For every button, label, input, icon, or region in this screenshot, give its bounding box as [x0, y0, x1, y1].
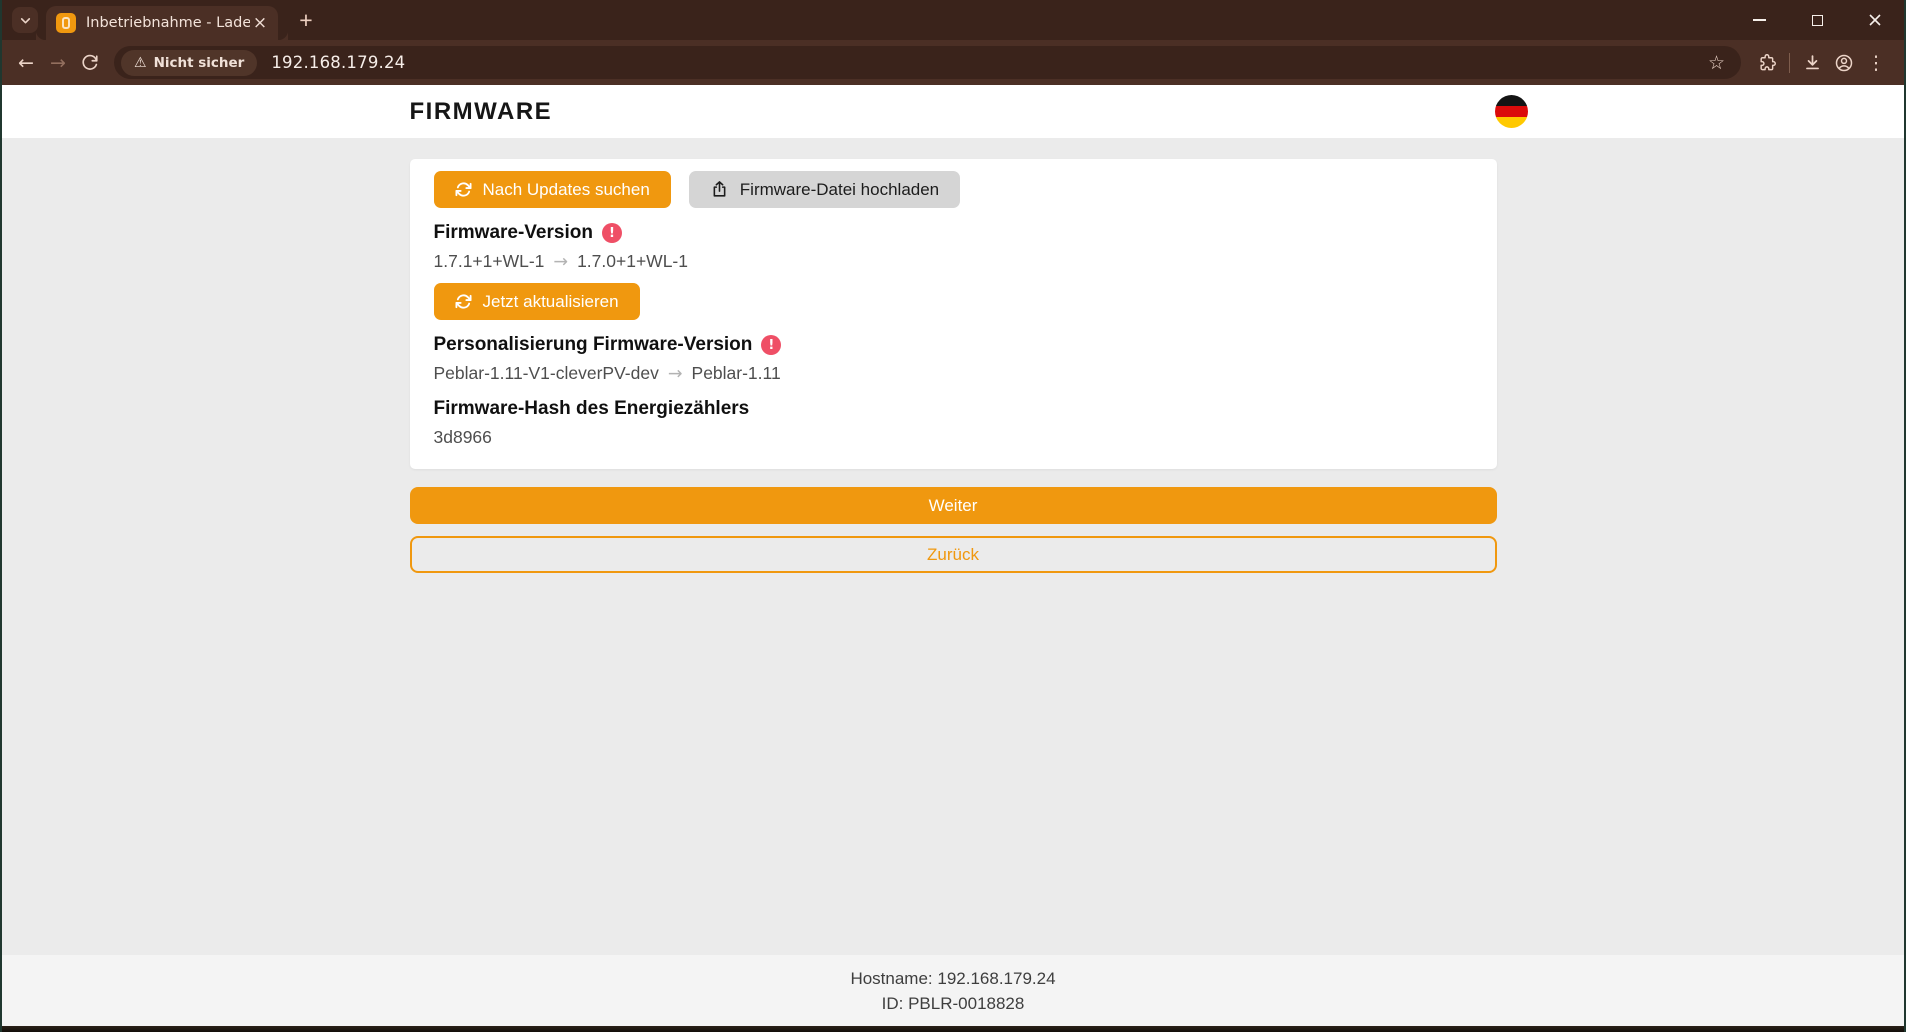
check-updates-button[interactable]: Nach Updates suchen — [434, 171, 671, 208]
footer-device-id: ID: PBLR-0018828 — [2, 991, 1904, 1016]
firmware-version-value: 1.7.1+1+WL-1 → 1.7.0+1+WL-1 — [434, 251, 1473, 272]
site-security-chip[interactable]: ⚠ Nicht sicher — [121, 50, 257, 76]
arrow-right-icon: → — [668, 364, 683, 384]
browser-toolbar: ← → ⚠ Nicht sicher 192.168.179.24 ☆ ⋮ — [2, 40, 1904, 85]
back-icon[interactable]: ← — [10, 47, 42, 79]
personalization-version-label: Personalisierung Firmware-Version ! — [434, 334, 1473, 356]
sync-icon — [455, 181, 472, 198]
firmware-version-label: Firmware-Version ! — [434, 222, 1473, 244]
upload-firmware-button[interactable]: Firmware-Datei hochladen — [689, 171, 960, 208]
address-bar[interactable]: ⚠ Nicht sicher 192.168.179.24 ☆ — [114, 46, 1741, 79]
arrow-right-icon: → — [553, 252, 568, 272]
personalization-current: Peblar-1.11-V1-cleverPV-dev — [434, 363, 659, 384]
chevron-down-icon — [19, 14, 32, 27]
new-tab-button[interactable]: + — [292, 6, 320, 34]
downloads-icon[interactable] — [1796, 47, 1828, 79]
menu-kebab-icon[interactable]: ⋮ — [1860, 47, 1892, 79]
warning-icon: ⚠ — [134, 55, 147, 71]
maximize-button[interactable] — [1802, 5, 1832, 35]
window-controls — [1744, 0, 1890, 40]
peblar-favicon-icon — [56, 13, 76, 33]
tab-title: Inbetriebnahme - Ladegerät — [86, 15, 250, 31]
update-now-button[interactable]: Jetzt aktualisieren — [434, 283, 640, 320]
firmware-current: 1.7.1+1+WL-1 — [434, 251, 545, 272]
alert-badge-icon: ! — [761, 335, 781, 355]
web-page: FIRMWARE Nach Updates suchen Firmware-Da… — [2, 85, 1904, 1026]
bookmark-star-icon[interactable]: ☆ — [1702, 52, 1731, 74]
profile-avatar-icon[interactable] — [1828, 47, 1860, 79]
firmware-card: Nach Updates suchen Firmware-Datei hochl… — [410, 159, 1497, 469]
sync-icon — [455, 293, 472, 310]
extensions-icon[interactable] — [1751, 47, 1783, 79]
security-label: Nicht sicher — [154, 55, 245, 71]
window-bottom-edge — [2, 1026, 1904, 1032]
url-text[interactable]: 192.168.179.24 — [271, 53, 405, 72]
forward-icon[interactable]: → — [42, 47, 74, 79]
meter-hash-value: 3d8966 — [434, 427, 1473, 448]
page-title: FIRMWARE — [410, 98, 553, 126]
upload-icon — [710, 180, 729, 199]
upload-firmware-label: Firmware-Datei hochladen — [740, 180, 939, 200]
tab-search-button[interactable] — [12, 7, 38, 33]
page-header: FIRMWARE — [2, 85, 1904, 138]
update-now-label: Jetzt aktualisieren — [483, 292, 619, 312]
check-updates-label: Nach Updates suchen — [483, 180, 650, 200]
tab-close-icon[interactable]: × — [250, 13, 270, 33]
meter-hash-label: Firmware-Hash des Energiezählers — [434, 398, 1473, 420]
close-window-button[interactable] — [1860, 5, 1890, 35]
personalization-version-value: Peblar-1.11-V1-cleverPV-dev → Peblar-1.1… — [434, 363, 1473, 384]
next-button[interactable]: Weiter — [410, 487, 1497, 524]
back-button[interactable]: Zurück — [410, 536, 1497, 573]
tab-strip: Inbetriebnahme - Ladegerät × + — [2, 0, 1904, 40]
firmware-target: 1.7.0+1+WL-1 — [577, 251, 688, 272]
page-footer: Hostname: 192.168.179.24 ID: PBLR-001882… — [2, 955, 1904, 1026]
minimize-button[interactable] — [1744, 5, 1774, 35]
personalization-target: Peblar-1.11 — [692, 363, 781, 384]
reload-icon[interactable] — [74, 47, 106, 79]
alert-badge-icon: ! — [602, 223, 622, 243]
browser-tab[interactable]: Inbetriebnahme - Ladegerät × — [46, 6, 278, 40]
browser-window: Inbetriebnahme - Ladegerät × + ← → ⚠ Nic… — [0, 0, 1906, 1032]
close-icon — [1868, 13, 1882, 27]
footer-hostname: Hostname: 192.168.179.24 — [2, 966, 1904, 991]
german-flag-icon[interactable] — [1495, 95, 1528, 128]
main-area: Nach Updates suchen Firmware-Datei hochl… — [2, 138, 1904, 955]
toolbar-divider — [1789, 53, 1790, 73]
